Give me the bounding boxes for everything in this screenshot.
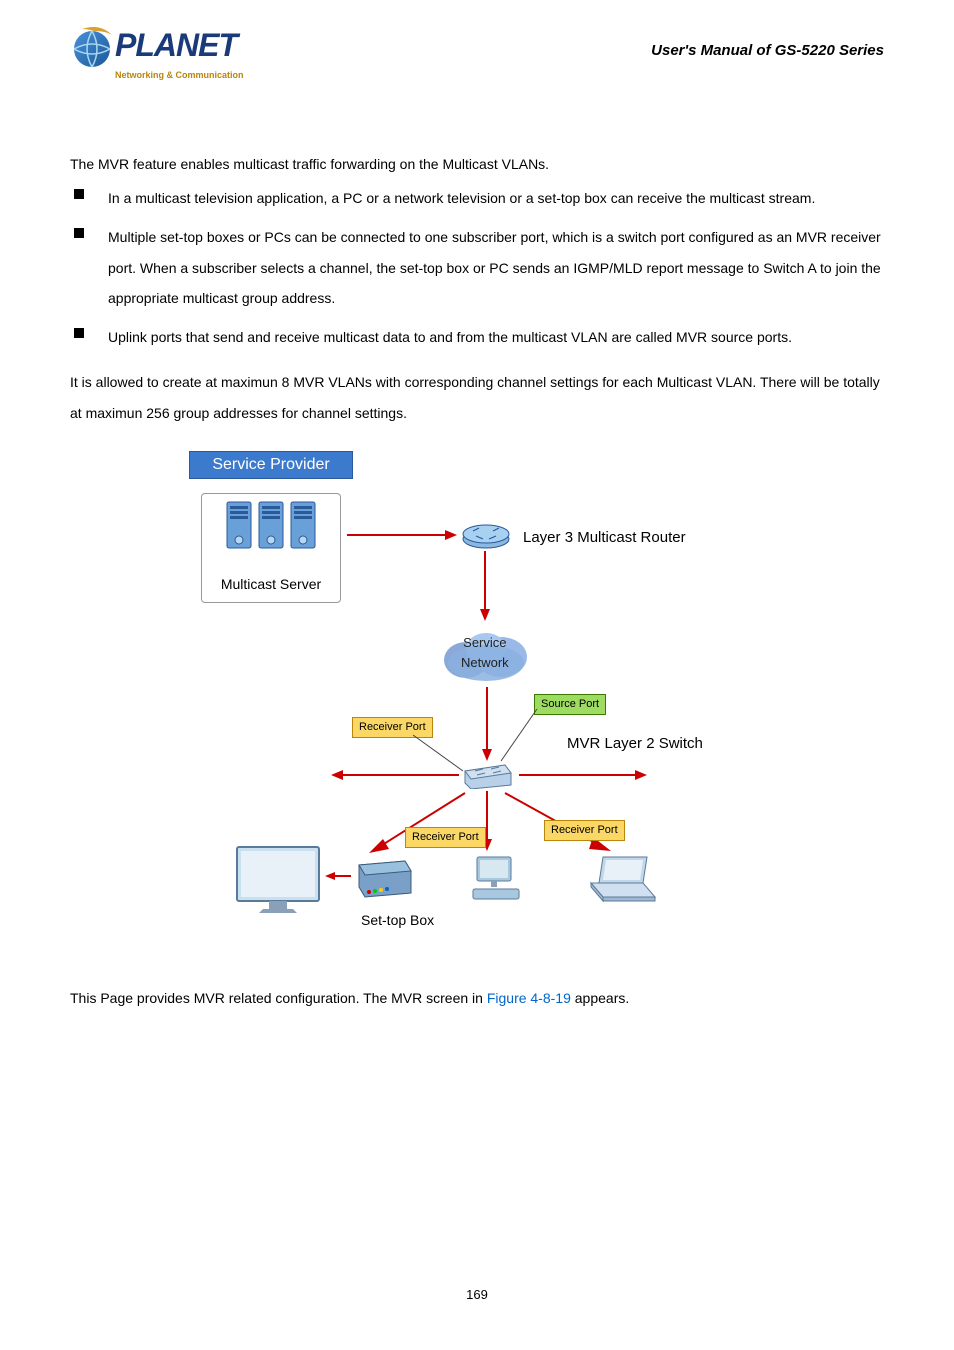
service-network-label: Service Network	[461, 633, 509, 675]
arrow-left-icon	[331, 769, 459, 781]
bullet-text: Uplink ports that send and receive multi…	[108, 322, 884, 353]
content-area: The MVR feature enables multicast traffi…	[0, 93, 954, 1029]
settop-box-label: Set-top Box	[361, 909, 434, 931]
globe-icon	[70, 21, 120, 71]
intro-paragraph: The MVR feature enables multicast traffi…	[70, 153, 884, 175]
receiver-port-label: Receiver Port	[544, 820, 625, 842]
bullet-square-icon	[74, 328, 84, 338]
l3-router-label: Layer 3 Multicast Router	[523, 526, 686, 550]
arrow-down-icon	[479, 687, 495, 761]
bullet-square-icon	[74, 189, 84, 199]
bullet-item: Multiple set-top boxes or PCs can be con…	[70, 222, 884, 314]
bullet-text: Multiple set-top boxes or PCs can be con…	[108, 222, 884, 314]
laptop-icon	[587, 853, 659, 903]
service-provider-label: Service Provider	[189, 451, 353, 479]
bullet-text: In a multicast television application, a…	[108, 183, 884, 214]
header-title: User's Manual of GS-5220 Series	[651, 39, 884, 63]
bullet-square-icon	[74, 228, 84, 238]
page-number: 169	[0, 1285, 954, 1306]
server-icon	[225, 500, 253, 550]
bullet-item: In a multicast television application, a…	[70, 183, 884, 214]
server-icon	[257, 500, 285, 550]
page-header: PLANET Networking & Communication User's…	[0, 0, 954, 93]
monitor-icon	[233, 843, 323, 919]
paragraph-2: It is allowed to create at maximun 8 MVR…	[70, 367, 884, 429]
network-diagram: Service Provider	[177, 447, 777, 937]
arrow-icon	[347, 529, 457, 541]
switch-icon	[463, 763, 513, 789]
arrow-left-icon	[325, 871, 351, 881]
mvr-l2-switch-label: MVR Layer 2 Switch	[567, 732, 703, 756]
line-icon	[499, 707, 539, 763]
source-port-label: Source Port	[534, 694, 606, 716]
logo-text: PLANET	[115, 20, 237, 71]
multicast-server-box: Multicast Server	[201, 493, 341, 603]
settop-box-icon	[355, 857, 415, 901]
bottom-para-text-2: appears.	[571, 990, 629, 1006]
multicast-server-label: Multicast Server	[221, 573, 321, 595]
bottom-paragraph: This Page provides MVR related configura…	[70, 987, 884, 1009]
server-icon	[289, 500, 317, 550]
logo: PLANET Networking & Communication	[70, 20, 244, 83]
receiver-port-label: Receiver Port	[405, 827, 486, 849]
desktop-icon	[471, 853, 521, 901]
line-icon	[411, 733, 465, 773]
router-icon	[461, 521, 511, 549]
arrow-down-icon	[477, 551, 493, 621]
bullet-list: In a multicast television application, a…	[70, 183, 884, 353]
bullet-item: Uplink ports that send and receive multi…	[70, 322, 884, 353]
arrow-right-icon	[519, 769, 647, 781]
logo-tagline: Networking & Communication	[115, 68, 244, 82]
figure-link[interactable]: Figure 4-8-19	[487, 990, 571, 1006]
bottom-para-text-1: This Page provides MVR related configura…	[70, 990, 487, 1006]
